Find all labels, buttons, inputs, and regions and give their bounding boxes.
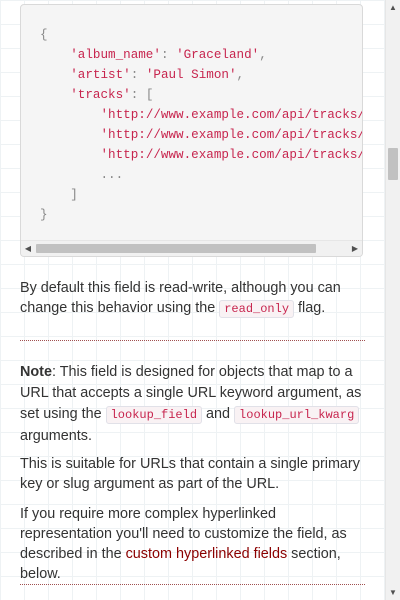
code-punctuation-token [40, 148, 100, 162]
suitable-paragraph: This is suitable for URLs that contain a… [20, 456, 360, 492]
code-punctuation-token: : [ [130, 88, 154, 102]
code-line: 'tracks': [ [40, 85, 362, 105]
read-only-text-after: flag. [294, 300, 326, 316]
code-string-token: 'Paul Simon' [145, 68, 237, 82]
lookup-field-code: lookup_field [105, 406, 203, 424]
code-punctuation-token: : [160, 48, 177, 62]
code-string-token: 'http://www.example.com/api/tracks/47/' [100, 148, 362, 162]
code-line: 'artist': 'Paul Simon', [40, 65, 362, 85]
code-string-token: 'album_name' [70, 48, 161, 62]
code-string-token: 'tracks' [70, 88, 131, 102]
lookup-url-kwarg-code: lookup_url_kwarg [234, 406, 360, 424]
code-punctuation-token [40, 108, 100, 122]
code-punctuation-token [40, 128, 100, 142]
note-text-3: arguments. [20, 428, 92, 444]
read-only-code: read_only [219, 300, 295, 318]
horizontal-scrollbar[interactable]: ◀ ▶ [21, 240, 362, 256]
scroll-up-icon[interactable]: ▲ [386, 0, 400, 15]
code-string-token: 'Graceland' [176, 48, 260, 62]
code-line: 'http://www.example.com/api/tracks/47/', [40, 145, 362, 165]
code-punctuation-token: ] [40, 188, 78, 202]
custom-hyperlinked-fields-link[interactable]: custom hyperlinked fields [126, 546, 288, 562]
code-punctuation-token: : [130, 68, 146, 82]
code-line: 'http://www.example.com/api/tracks/46/', [40, 125, 362, 145]
code-block: { 'album_name': 'Graceland', 'artist': '… [20, 4, 363, 257]
scroll-down-icon[interactable]: ▼ [386, 585, 400, 600]
vertical-scrollbar[interactable]: ▲ ▼ [385, 0, 400, 600]
scroll-left-icon[interactable]: ◀ [21, 241, 35, 256]
code-punctuation-token [40, 88, 70, 102]
code-content: { 'album_name': 'Graceland', 'artist': '… [40, 25, 362, 225]
code-string-token: 'http://www.example.com/api/tracks/45/' [100, 108, 362, 122]
page-content: { 'album_name': 'Graceland', 'artist': '… [0, 0, 385, 600]
code-string-token: 'http://www.example.com/api/tracks/46/' [100, 128, 362, 142]
section-divider-bottom [20, 584, 365, 585]
code-punctuation-token [40, 68, 70, 82]
code-line: ] [40, 185, 362, 205]
vertical-scroll-thumb[interactable] [388, 148, 398, 180]
code-line: { [40, 25, 362, 45]
section-divider-top [20, 340, 365, 341]
note-text-2: and [202, 406, 235, 422]
code-string-token: 'artist' [70, 68, 131, 82]
code-line: 'album_name': 'Graceland', [40, 45, 362, 65]
code-line: 'http://www.example.com/api/tracks/45/', [40, 105, 362, 125]
code-punctuation-token [40, 48, 70, 62]
scroll-right-icon[interactable]: ▶ [348, 241, 362, 256]
note-label: Note [20, 364, 52, 380]
code-line: } [40, 205, 362, 225]
customize-paragraph: If you require more complex hyperlinked … [20, 504, 365, 584]
code-punctuation-token: , [259, 48, 267, 62]
read-only-paragraph: By default this field is read-write, alt… [20, 278, 365, 319]
code-punctuation-token: { [40, 28, 48, 42]
code-punctuation-token: ... [40, 168, 124, 182]
code-line: ... [40, 165, 362, 185]
code-punctuation-token: , [236, 68, 245, 82]
horizontal-scroll-thumb[interactable] [36, 244, 316, 253]
code-punctuation-token: } [40, 208, 48, 222]
note-paragraph: Note: This field is designed for objects… [20, 362, 365, 447]
